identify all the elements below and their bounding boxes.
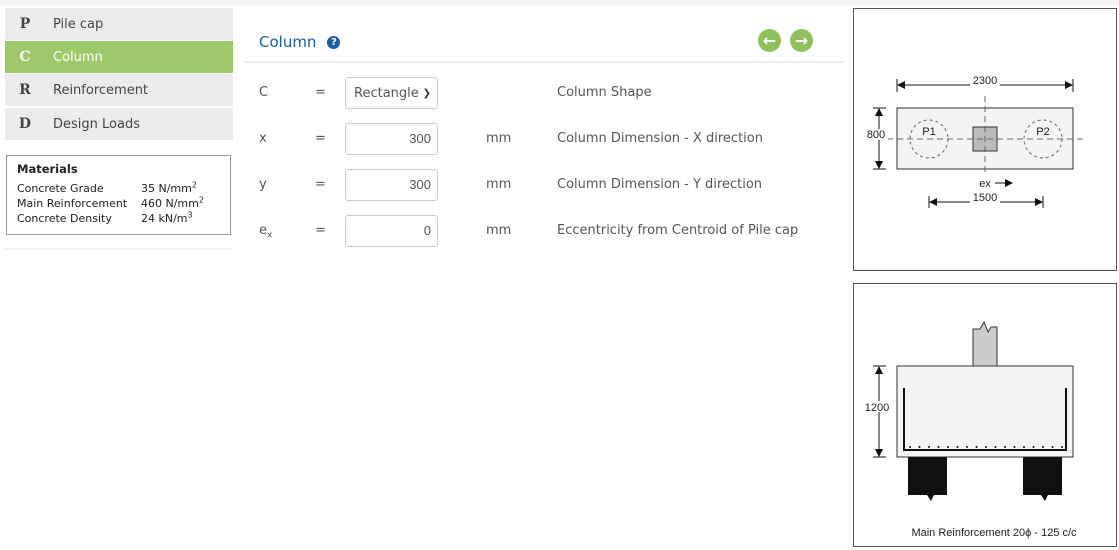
symbol: y bbox=[259, 177, 267, 192]
p2-label: P2 bbox=[1036, 126, 1049, 138]
pile-right bbox=[1023, 457, 1062, 501]
equals: = bbox=[315, 131, 326, 146]
page-title: Column? bbox=[259, 33, 341, 51]
unit: mm bbox=[486, 223, 512, 238]
description: Column Dimension - Y direction bbox=[557, 177, 763, 192]
rebar-dot bbox=[956, 446, 959, 448]
item-label: Pile cap bbox=[53, 16, 104, 32]
rebar-dot bbox=[966, 446, 968, 448]
rebar-dot bbox=[909, 446, 911, 448]
prev-button[interactable]: ← bbox=[758, 29, 781, 52]
material-row: Concrete Grade 35 N/mm2 bbox=[17, 181, 220, 196]
materials-title: Materials bbox=[17, 162, 78, 176]
item-letter: D bbox=[18, 116, 32, 132]
arrow-right-icon: → bbox=[794, 31, 809, 50]
y-dimension-input[interactable] bbox=[345, 169, 438, 201]
column-stub bbox=[972, 320, 998, 367]
rebar-dot bbox=[947, 446, 949, 448]
sidebar-item-column[interactable]: C Column bbox=[5, 41, 233, 73]
sidebar-item-design-loads[interactable]: D Design Loads bbox=[5, 108, 233, 140]
rebar-dot bbox=[1004, 446, 1006, 448]
rebar-dot bbox=[1061, 446, 1063, 448]
pile-cap-section bbox=[896, 365, 1074, 458]
column-shape-select[interactable]: Rectangle ❯ bbox=[345, 77, 438, 109]
arrow-left-icon: ← bbox=[762, 31, 777, 50]
material-label: Concrete Grade bbox=[17, 182, 104, 195]
row-eccentricity: ex = mm Eccentricity from Centroid of Pi… bbox=[245, 215, 843, 247]
x-dimension-input[interactable] bbox=[345, 123, 438, 155]
rebar-dot bbox=[975, 446, 978, 448]
unit: mm bbox=[486, 177, 512, 192]
rebar-dot bbox=[1032, 446, 1035, 448]
sidebar: P Pile cap C Column R Reinforcement D Design… bbox=[5, 8, 233, 141]
materials-panel: Materials Concrete Grade 35 N/mm2 Main Re… bbox=[6, 155, 231, 235]
symbol: ex bbox=[259, 223, 273, 241]
equals: = bbox=[315, 177, 326, 192]
symbol: C bbox=[259, 85, 269, 100]
rebar-dot bbox=[994, 446, 997, 448]
rebar-dot bbox=[1042, 446, 1044, 448]
material-label: Main Reinforcement bbox=[17, 197, 128, 210]
rebar-dot bbox=[1013, 446, 1016, 448]
description: Column Shape bbox=[557, 85, 652, 100]
row-column-shape: C = Rectangle ❯ Column Shape bbox=[245, 77, 843, 109]
height-label: 1200 bbox=[865, 402, 889, 414]
item-label: Column bbox=[53, 49, 103, 65]
section-diagram: 1200 Main Reinforcement 20ϕ - 125 c/c bbox=[853, 283, 1117, 547]
depth-label: 800 bbox=[867, 129, 885, 141]
row-x: x = mm Column Dimension - X direction bbox=[245, 123, 843, 155]
material-value: 460 N/mm2 bbox=[141, 195, 204, 210]
plan-svg: 2300 800 P1 P2 ex 1500 bbox=[866, 75, 1085, 208]
description: Column Dimension - X direction bbox=[557, 131, 763, 146]
select-value: Rectangle bbox=[354, 86, 419, 101]
top-bar bbox=[0, 0, 1119, 6]
unit: mm bbox=[486, 131, 512, 146]
rebar-dot bbox=[928, 446, 930, 448]
pile-left bbox=[908, 457, 947, 501]
equals: = bbox=[315, 223, 326, 238]
material-value: 35 N/mm2 bbox=[141, 180, 197, 195]
ex-label: ex bbox=[979, 178, 991, 190]
item-letter: P bbox=[19, 16, 31, 32]
sidebar-item-pile-cap[interactable]: P Pile cap bbox=[5, 8, 233, 40]
material-value: 24 kN/m3 bbox=[141, 210, 193, 225]
eccentricity-input[interactable] bbox=[345, 215, 438, 247]
material-row: Concrete Density 24 kN/m3 bbox=[17, 211, 220, 226]
header-divider bbox=[245, 61, 843, 63]
section-caption: Main Reinforcement 20ϕ - 125 c/c bbox=[911, 527, 1077, 539]
material-row: Main Reinforcement 460 N/mm2 bbox=[17, 196, 220, 211]
item-label: Design Loads bbox=[53, 116, 140, 132]
rebar-dot bbox=[937, 446, 940, 448]
symbol: x bbox=[259, 131, 267, 146]
next-button[interactable]: → bbox=[790, 29, 813, 52]
help-icon[interactable]: ? bbox=[327, 35, 341, 49]
rebar-dot bbox=[1051, 446, 1054, 448]
equals: = bbox=[315, 85, 326, 100]
p1-label: P1 bbox=[922, 126, 935, 138]
sidebar-item-reinforcement[interactable]: R Reinforcement bbox=[5, 74, 233, 106]
rebar-dot bbox=[1023, 446, 1025, 448]
item-letter: R bbox=[19, 82, 31, 98]
chevron-down-icon: ❯ bbox=[422, 88, 431, 99]
rebar-dot bbox=[918, 446, 921, 448]
divider bbox=[5, 248, 233, 250]
title-text: Column bbox=[259, 33, 317, 51]
item-label: Reinforcement bbox=[53, 82, 149, 98]
plan-diagram: 2300 800 P1 P2 ex 1500 bbox=[853, 8, 1117, 271]
width-label: 2300 bbox=[973, 75, 997, 87]
rebar-dot bbox=[985, 446, 987, 448]
spacing-label: 1500 bbox=[973, 192, 997, 204]
section-svg: 1200 Main Reinforcement 20ϕ - 125 c/c bbox=[863, 320, 1077, 539]
item-letter: C bbox=[19, 49, 31, 65]
material-label: Concrete Density bbox=[17, 212, 112, 225]
row-y: y = mm Column Dimension - Y direction bbox=[245, 169, 843, 201]
description: Eccentricity from Centroid of Pile cap bbox=[557, 223, 799, 238]
